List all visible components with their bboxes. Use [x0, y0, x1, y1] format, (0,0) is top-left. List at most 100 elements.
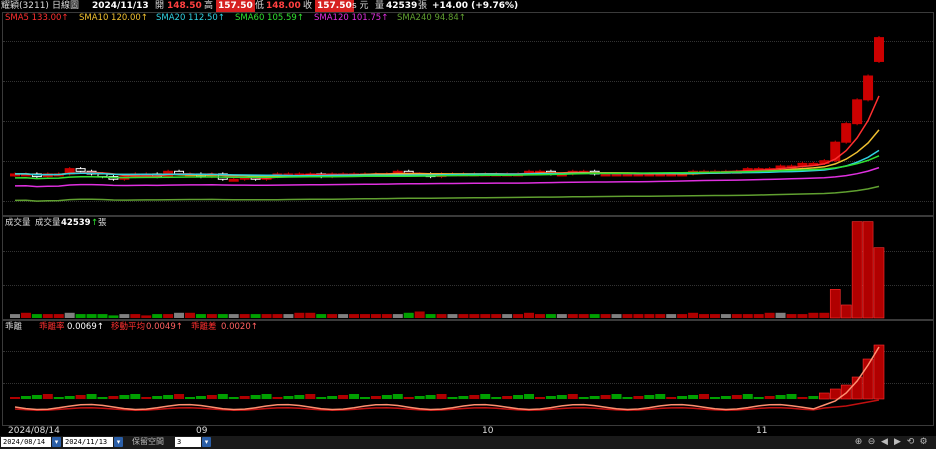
reset-view-icon[interactable]: ⟲ — [905, 436, 916, 448]
volume-bar — [709, 314, 720, 318]
volume-bar — [556, 314, 567, 318]
bias-bar — [97, 397, 108, 399]
end-date-field[interactable]: 2024/11/13 — [63, 437, 113, 447]
high-value: 157.50 — [216, 0, 255, 12]
period-label: 日線圖 — [52, 1, 80, 11]
bias-bar — [720, 396, 731, 399]
indicator-legend-3-value: 0.0020↑ — [221, 322, 258, 332]
volume-bar — [534, 314, 545, 318]
volume-bar — [666, 314, 677, 318]
bias-bar — [633, 396, 644, 399]
indicator-legend-1-value: 0.0069↑ — [67, 322, 104, 332]
bias-bar — [20, 396, 31, 399]
volume-bar — [447, 314, 458, 318]
bias-rate-line — [14, 346, 880, 411]
volume-bar — [545, 314, 556, 318]
x-axis-tick-09: 09 — [196, 426, 208, 436]
scroll-left-icon[interactable]: ◀ — [879, 436, 890, 448]
volume-bar — [10, 314, 20, 318]
bias-bar — [524, 394, 535, 399]
indicator-panel-title: 乖離 — [5, 322, 23, 332]
bias-bar — [381, 395, 392, 399]
volume-chart[interactable] — [3, 217, 933, 319]
volume-bar — [97, 314, 108, 318]
volume-bar — [720, 314, 731, 318]
bias-bar — [108, 396, 119, 399]
bias-bar — [753, 397, 764, 399]
start-date-field[interactable]: 2024/08/14 — [1, 437, 51, 447]
bias-bar — [556, 395, 567, 399]
bias-bar — [677, 396, 688, 399]
volume-bar — [163, 314, 174, 318]
volume-bar — [480, 314, 491, 318]
volume-bar — [64, 312, 75, 318]
reserve-space-stepper[interactable]: ▾ — [202, 437, 211, 447]
bias-bar — [42, 394, 53, 399]
x-axis-tick-10: 10 — [482, 426, 494, 436]
bias-bar — [655, 394, 666, 399]
bias-bar — [611, 394, 622, 399]
ma-legend-sma240: SMA240 94.84↑ — [397, 13, 466, 23]
ma-legend-sma20: SMA20 112.50↑ — [156, 13, 225, 23]
reserve-space-label: 保留空間 — [132, 437, 164, 446]
bias-bar — [545, 396, 556, 399]
candle-body — [830, 141, 841, 162]
x-axis: 2024/08/14 09 10 11 — [0, 426, 936, 436]
volume-bar — [316, 314, 327, 318]
volume-bar — [862, 221, 874, 319]
bias-indicator-chart[interactable] — [3, 321, 933, 425]
end-date-dropdown[interactable]: ▾ — [114, 437, 123, 447]
reserve-space-field[interactable]: 3 — [175, 437, 201, 447]
bias-bar — [174, 394, 185, 399]
bias-bar — [458, 396, 469, 399]
open-value: 148.50 — [167, 1, 202, 11]
volume-panel[interactable]: 成交量 成交量 42539 ↑ 張 — [2, 216, 934, 320]
volume-label: 量 — [375, 1, 385, 11]
volume-bar — [86, 314, 97, 318]
volume-legend-unit: 張 — [98, 218, 107, 228]
volume-bar — [829, 289, 841, 319]
volume-bar — [699, 314, 710, 318]
bias-bar — [141, 397, 152, 399]
ma-legend-sma10: SMA10 120.00↑ — [79, 13, 148, 23]
zoom-in-icon[interactable]: ⊕ — [853, 436, 864, 448]
volume-bar — [42, 314, 53, 318]
candlestick-chart[interactable] — [3, 13, 933, 215]
volume-bar — [786, 314, 797, 318]
volume-bar — [359, 314, 370, 318]
volume-unit: 張 — [418, 1, 428, 11]
volume-bar — [589, 314, 600, 318]
scroll-right-icon[interactable]: ▶ — [892, 436, 903, 448]
zoom-out-icon[interactable]: ⊖ — [866, 436, 877, 448]
indicator-legend-1-name: 乖離率 — [39, 322, 65, 332]
volume-bar — [644, 314, 655, 318]
volume-bar — [31, 314, 42, 318]
bias-bar — [502, 396, 513, 399]
settings-icon[interactable]: ⚙ — [918, 436, 929, 448]
candle-body — [600, 173, 611, 177]
price-panel[interactable]: SMA5 133.00↑ SMA10 120.00↑ SMA20 112.50↑… — [2, 12, 934, 216]
volume-bar — [152, 314, 163, 318]
bias-bar — [370, 396, 381, 399]
bias-bar — [261, 394, 272, 399]
quote-header: 耀穎(3211) 日線圖 2024/11/13 開 148.50 高 157.5… — [0, 0, 936, 12]
bias-bar — [688, 395, 699, 399]
indicator-legend-2-value: 0.0049↑ — [146, 322, 183, 332]
bias-bar — [731, 395, 742, 399]
bias-bar — [31, 395, 42, 399]
volume-bar — [20, 312, 31, 318]
volume-bar — [119, 314, 130, 318]
volume-bar — [174, 312, 185, 318]
bias-bar — [829, 388, 841, 400]
bias-bar — [316, 397, 327, 399]
volume-bar — [677, 314, 688, 318]
candle-body — [852, 99, 863, 125]
bias-bar — [195, 396, 206, 399]
indicator-panel[interactable]: 乖離 乖離率 0.0069↑ 移動平均 0.0049↑ 乖離差 0.0020↑ — [2, 320, 934, 426]
bias-bar — [283, 396, 294, 399]
high-label: 高 — [204, 1, 214, 11]
bias-bar — [709, 397, 720, 399]
bias-bar — [359, 397, 370, 399]
x-axis-tick-11: 11 — [756, 426, 768, 436]
start-date-dropdown[interactable]: ▾ — [52, 437, 61, 447]
